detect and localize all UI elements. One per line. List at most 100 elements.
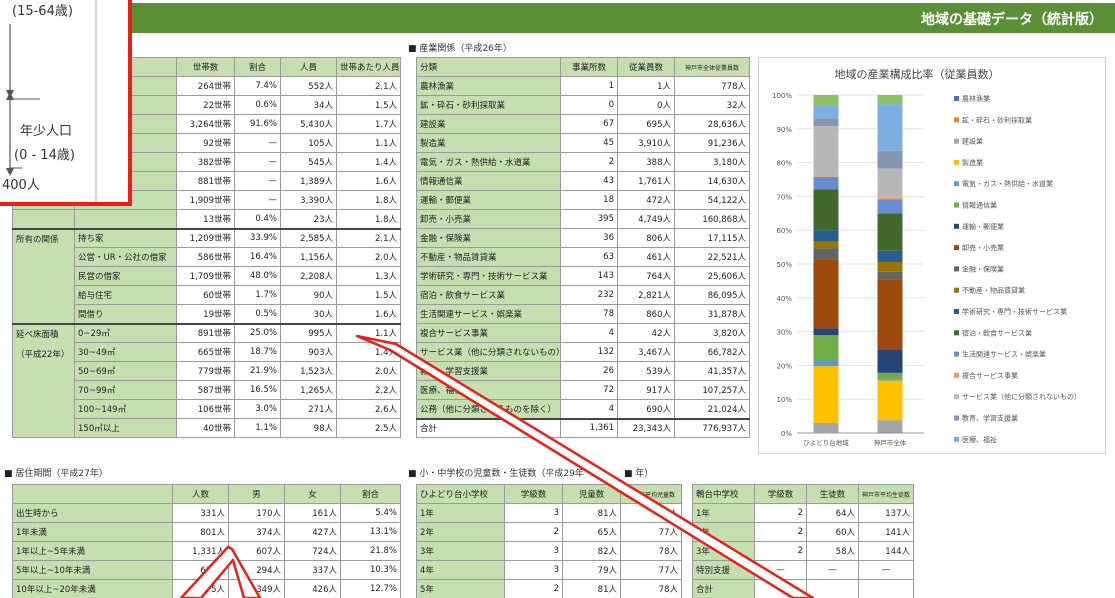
value-cell: 3,910人: [617, 133, 675, 153]
bar-segment: [813, 189, 839, 231]
value-cell: 1,389人: [280, 171, 337, 191]
table-row: 製造業 45 3,910人 91,236人: [416, 133, 750, 153]
value-cell: 2: [754, 541, 807, 561]
value-cell: 30人: [280, 304, 337, 324]
value-cell: 22世帯: [176, 95, 235, 115]
value-cell: 66,782人: [674, 342, 750, 362]
grade-label: 特別支援: [692, 560, 755, 580]
legend-label: 教育、学習支援業: [962, 414, 1018, 423]
value-cell: 631人: [172, 560, 229, 580]
legend-label: 金融・保険業: [962, 264, 1004, 273]
value-cell: 778人: [674, 76, 750, 96]
legend-label: 建設業: [962, 137, 983, 146]
value-cell: 23人: [280, 209, 337, 229]
value-cell: 21.9%: [234, 361, 281, 381]
value-cell: 67: [560, 114, 618, 134]
table-row: 運輸・郵便業 18 472人 54,122人: [416, 190, 750, 210]
value-cell: 3,820人: [674, 323, 750, 343]
period-label: 1年未満: [12, 522, 173, 542]
bar-segment: [813, 248, 839, 260]
floor-category: 延べ床面積 （平成22年）: [12, 322, 75, 438]
label-cell: [74, 209, 177, 229]
table-row: 不動産・物品賃貸業 63 461人 22,521人: [416, 247, 750, 267]
value-cell: —: [858, 560, 914, 580]
industry-composition-chart: 地域の産業構成比率（従業員数） 0% 10% 20% 30% 40% 50% 60% 70% 80…: [758, 57, 1106, 465]
bar-segment: [877, 379, 903, 381]
value-cell: 1,909世帯: [176, 190, 235, 210]
table-row: 1年未満 801人 374人 427人 13.1%: [12, 522, 401, 542]
ownership-label: 民営の借家: [74, 266, 177, 286]
value-cell: 78人: [620, 579, 682, 598]
value-cell: 860人: [617, 304, 675, 324]
table-row: 13世帯 0.4% 23人 1.8人: [12, 209, 401, 229]
value-cell: 3,180人: [674, 152, 750, 172]
legend-swatch: [954, 96, 959, 101]
value-cell: 18.7%: [234, 342, 281, 362]
table-row: 5年 2 81人 78人: [416, 579, 682, 598]
value-cell: 21.8%: [340, 541, 401, 561]
column-header: 生徒数: [806, 484, 859, 504]
bar-segment: [877, 104, 903, 151]
value-cell: 801人: [172, 522, 229, 542]
industry-name: 医療、福祉: [416, 380, 561, 400]
value-cell: 2.6人: [336, 399, 401, 419]
value-cell: 18: [560, 190, 618, 210]
table-header-row: ひよどり台小学校 学級数 児童数 神戸市平均児童数: [416, 484, 682, 504]
value-cell: 4,749人: [617, 209, 675, 229]
value-cell: 1.4人: [336, 342, 401, 362]
value-cell: [806, 579, 859, 598]
value-cell: 690人: [617, 399, 675, 419]
value-cell: 2.0人: [336, 247, 401, 267]
legend-label: 複合サービス事業: [962, 371, 1018, 380]
column-header: 割合: [234, 57, 281, 77]
legend-swatch: [954, 287, 959, 293]
industry-name: 学術研究・専門・技術サービス業: [416, 266, 561, 286]
value-cell: 79人: [620, 503, 682, 523]
value-cell: 1,709世帯: [176, 266, 235, 286]
legend-label: 生活関連サービス・娯楽業: [962, 350, 1046, 359]
value-cell: 607人: [228, 541, 285, 561]
legend-swatch: [954, 394, 959, 400]
value-cell: 160,868人: [674, 209, 750, 229]
value-cell: 1.6人: [336, 304, 401, 324]
value-cell: 995人: [280, 322, 337, 343]
table-row: 生活関連サービス・娯楽業 78 860人 31,878人: [416, 304, 750, 324]
legend-label: 情報通信業: [962, 201, 997, 210]
y-tick-label: 0%: [781, 430, 792, 438]
value-cell: 2: [560, 152, 618, 172]
bar-segment: [813, 328, 839, 336]
value-cell: 0人: [617, 95, 675, 115]
value-cell: 3,467人: [617, 342, 675, 362]
elementary-table: ひよどり台小学校 学級数 児童数 神戸市平均児童数 1年 3 81人 79人 2年 2 65人 77人…: [416, 484, 682, 598]
bar-segment: [877, 168, 903, 198]
industry-name: 電気・ガス・熱供給・水道業: [416, 152, 561, 172]
value-cell: 2.2人: [336, 380, 401, 400]
value-cell: 33.9%: [234, 227, 281, 248]
value-cell: 0: [560, 95, 618, 115]
value-cell: 170人: [228, 503, 285, 523]
industry-name: 製造業: [416, 133, 561, 153]
bar-segment: [877, 279, 903, 350]
value-cell: 1.1%: [234, 418, 281, 438]
value-cell: 586世帯: [176, 247, 235, 267]
table-row: 鉱・砕石・砂利採取業 0 0人 32人: [416, 95, 750, 115]
column-header: 人員: [280, 57, 337, 77]
industry-name: 農林漁業: [416, 76, 561, 96]
column-header: 人数: [172, 484, 229, 504]
bar-segment: [813, 95, 839, 106]
legend-label: 農林漁業: [962, 94, 990, 103]
value-cell: 337人: [284, 560, 341, 580]
table-row: 建設業 67 695人 28,636人: [416, 114, 750, 134]
x-category-label: ひよどり台地域: [803, 438, 849, 447]
value-cell: 1.7%: [234, 285, 281, 305]
value-cell: 106世帯: [176, 399, 235, 419]
zoom-youth-label: 年少人口: [20, 124, 73, 139]
legend-label: 医療、福祉: [962, 435, 997, 444]
value-cell: 461人: [617, 247, 675, 267]
table-row: 宿泊・飲食サービス業 232 2,821人 86,095人: [416, 285, 750, 305]
total-value: 1,361: [560, 417, 618, 438]
value-cell: 1,209世帯: [176, 227, 235, 248]
column-header: 従業員数: [617, 57, 675, 77]
value-cell: 40世帯: [176, 418, 235, 438]
bar-segment: [877, 420, 903, 433]
